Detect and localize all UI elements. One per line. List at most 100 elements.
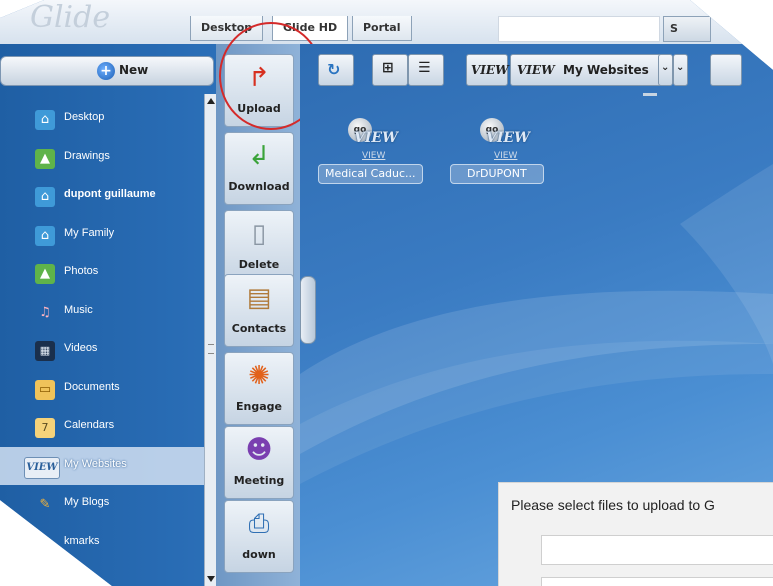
sidebar-item-drawings[interactable]: ▲ Drawings <box>0 139 204 178</box>
folder-documents-icon: ▭ <box>35 379 55 400</box>
screenshot-frame: Glide Desktop Glide HD Portal S c + New … <box>0 0 773 586</box>
download-button[interactable]: ↲ Download <box>224 132 294 205</box>
sidebar-item-label: Photos <box>64 265 99 277</box>
upload-dialog-message: Please select files to upload to G <box>511 497 715 513</box>
view-tag: VIEW <box>494 151 518 161</box>
toolbar-extra-button[interactable] <box>710 54 742 86</box>
panel-resize-handle[interactable] <box>300 276 316 344</box>
family-house-icon: ⌂ <box>35 225 55 246</box>
refresh-button[interactable]: ↻ <box>318 54 354 86</box>
sidebar-item-photos[interactable]: ▲ Photos <box>0 254 204 293</box>
view-logo-icon: VIEW <box>471 63 509 77</box>
address-book-icon: ▤ <box>246 283 272 313</box>
tab-glide-hd[interactable]: Glide HD <box>272 16 349 41</box>
tab-desktop[interactable]: Desktop <box>190 16 264 41</box>
film-strip-icon: ▦ <box>35 341 55 361</box>
view-tag: VIEW <box>362 151 386 161</box>
contacts-button[interactable]: ▤ Contacts <box>224 274 294 347</box>
chevron-down-icon: ⌄ <box>676 62 685 73</box>
calendar-icon: 7 <box>35 418 55 438</box>
sidebar-item-label: Drawings <box>64 149 110 162</box>
action-column: ↱ Upload ↲ Download ▯ Delete ▤ Contacts … <box>216 44 300 586</box>
tab-portal[interactable]: Portal <box>352 16 412 41</box>
dropdown-button[interactable]: ⌄ <box>658 54 673 86</box>
trash-can-icon: ▯ <box>251 219 267 249</box>
desktop-item-caption: Medical Caduc... <box>318 164 423 184</box>
action-label: Download <box>228 180 290 193</box>
red-curved-arrow-icon: ↱ <box>248 63 270 93</box>
sidebar-item-bookmarks[interactable]: ★ kmarks <box>0 524 204 563</box>
action-label: Contacts <box>231 322 287 335</box>
sidebar-item-label: dupont guillaume <box>64 188 156 200</box>
sidebar-item-label: Videos <box>64 342 98 354</box>
desktop-item-caption: DrDUPONT <box>450 164 544 184</box>
flame-globe-icon: ✺ <box>248 361 270 391</box>
new-button-label: New <box>119 63 149 77</box>
delete-button[interactable]: ▯ Delete <box>224 210 294 283</box>
sidebar-item-my-websites[interactable]: VIEW My Websites <box>0 446 204 485</box>
desktop-house-icon: ⌂ <box>35 110 55 130</box>
sidebar-item-label: Desktop <box>64 111 105 123</box>
top-tab-bar: Glide Desktop Glide HD Portal S c <box>0 0 773 45</box>
sidebar-item-label: My Family <box>64 226 115 239</box>
engage-button[interactable]: ✺ Engage <box>224 352 294 425</box>
music-notes-icon: ♫ <box>39 304 51 320</box>
sidebar-item-my-blogs[interactable]: ✎ My Blogs <box>0 485 204 524</box>
action-label: Delete <box>238 258 280 271</box>
chevron-down-icon: ⌄ <box>661 62 670 73</box>
grid-view-icon: ⊞ <box>382 60 394 76</box>
new-button[interactable]: + New <box>0 56 214 86</box>
drawings-picture-icon: ▲ <box>35 148 55 169</box>
scroll-down-arrow-icon[interactable] <box>207 576 215 582</box>
document-scroll-icon: ⎙ <box>248 509 270 539</box>
upload-file-field[interactable] <box>541 535 773 565</box>
brand-logo: Glide <box>30 0 111 35</box>
user-house-icon: ⌂ <box>35 187 55 207</box>
view-logo-icon: VIEW <box>486 130 530 146</box>
my-websites-selector[interactable]: VIEW My Websites <box>510 54 662 86</box>
blog-icon: ✎ <box>39 497 51 512</box>
view-logo-icon: VIEW <box>517 63 555 77</box>
top-search-button[interactable]: S <box>663 16 711 42</box>
sidebar-item-label: kmarks <box>64 534 100 547</box>
people-group-icon: ☻ <box>245 435 273 465</box>
meeting-button[interactable]: ☻ Meeting <box>224 426 294 499</box>
new-plus-icon: + <box>97 62 115 80</box>
sidebar-item-videos[interactable]: ▦ Videos <box>0 331 204 370</box>
top-search-input[interactable] <box>498 16 660 42</box>
scroll-grip-icon[interactable] <box>208 344 214 354</box>
photos-picture-icon: ▲ <box>35 264 55 284</box>
sidebar-item-calendars[interactable]: 7 Calendars <box>0 408 204 447</box>
action-label: Meeting <box>233 474 285 487</box>
sidebar-item-label: My Blogs <box>64 496 110 508</box>
sidebar-item-label: Calendars <box>64 419 115 431</box>
dropdown-button-2[interactable]: ⌄ <box>673 54 688 86</box>
sidebar-item-desktop[interactable]: ⌂ Desktop <box>0 100 204 139</box>
list-view-button[interactable]: ☰ <box>408 54 444 86</box>
down-button[interactable]: ⎙ down <box>224 500 294 573</box>
sidebar-item-documents[interactable]: ▭ Documents <box>0 370 204 409</box>
green-curved-arrow-icon: ↲ <box>248 141 270 171</box>
sidebar-item-label: My Websites <box>64 457 127 470</box>
desktop-item-drdupont[interactable]: go VIEW VIEW DrDUPONT <box>450 118 560 228</box>
action-label: Upload <box>237 102 281 115</box>
icon-view-button[interactable]: ⊞ <box>372 54 408 86</box>
refresh-icon: ↻ <box>327 60 341 79</box>
action-label: down <box>242 548 276 561</box>
upload-file-field-2[interactable] <box>541 577 773 586</box>
action-label: Engage <box>236 400 282 413</box>
sidebar-item-label: Music <box>64 303 93 316</box>
upload-button[interactable]: ↱ Upload <box>224 54 294 127</box>
list-view-icon: ☰ <box>418 60 431 76</box>
view-logo-button[interactable]: VIEW <box>466 54 509 86</box>
sidebar-item-dupont-guillaume[interactable]: ⌂ dupont guillaume <box>0 177 204 216</box>
scroll-up-arrow-icon[interactable] <box>207 98 215 104</box>
desktop-item-medical[interactable]: go VIEW VIEW Medical Caduc... <box>318 118 428 228</box>
my-websites-label: My Websites <box>563 63 649 77</box>
sidebar-item-my-family[interactable]: ⌂ My Family <box>0 216 204 255</box>
upload-dialog: Please select files to upload to G <box>498 482 773 586</box>
toolbar-indicator <box>643 93 657 96</box>
sidebar-item-music[interactable]: ♫ Music <box>0 293 204 332</box>
sidebar-nav-list: ⌂ Desktop ▲ Drawings ⌂ dupont guillaume … <box>0 100 204 562</box>
view-logo-icon: VIEW <box>24 456 60 479</box>
